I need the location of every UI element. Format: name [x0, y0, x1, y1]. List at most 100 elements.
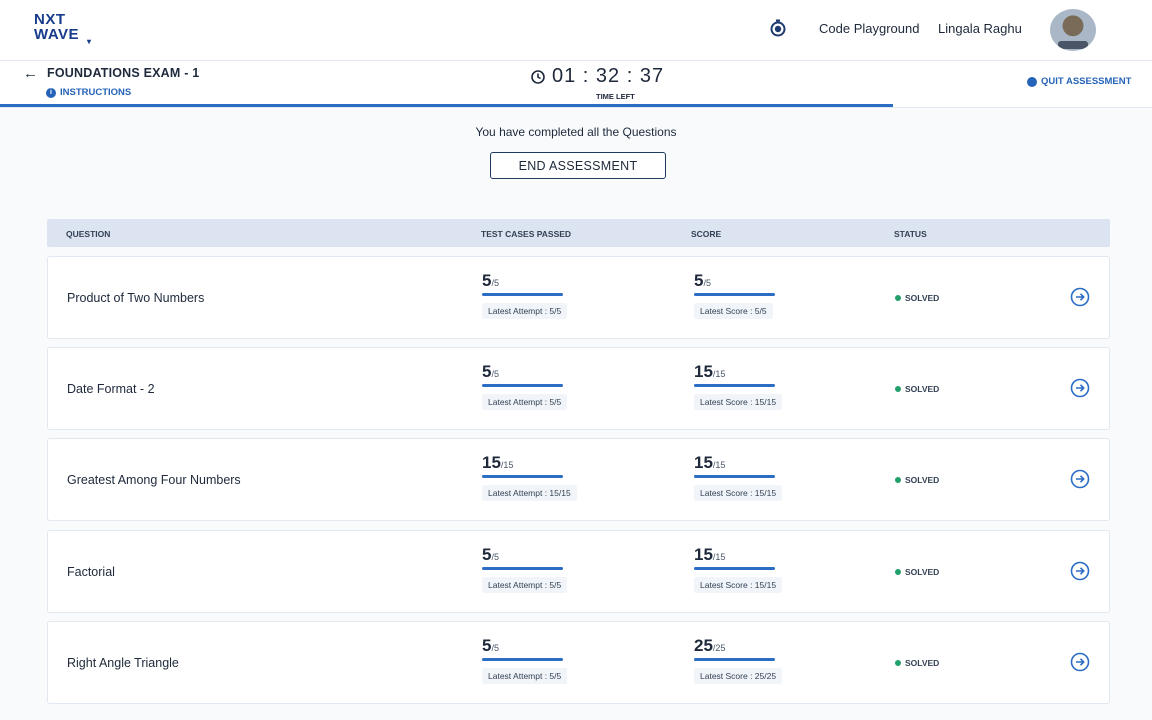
table-header: QUESTION TEST CASES PASSED SCORE STATUS [47, 219, 1110, 247]
table-row[interactable]: Factorial 5/5 Latest Attempt : 5/5 15/15… [47, 530, 1110, 613]
latest-attempt: Latest Attempt : 5/5 [482, 394, 568, 410]
nxtwave-logo[interactable]: NXT WAVE ▾ [34, 12, 104, 46]
latest-attempt: Latest Attempt : 5/5 [482, 303, 568, 319]
score-max: /15 [712, 369, 726, 379]
table-row[interactable]: Date Format - 2 5/5 Latest Attempt : 5/5… [47, 347, 1110, 430]
test-cases-cell: 5/5 Latest Attempt : 5/5 [482, 545, 568, 593]
score-value: 15 [694, 453, 713, 472]
status-dot [895, 569, 901, 575]
status-label: SOLVED [905, 475, 940, 485]
latest-attempt: Latest Attempt : 5/5 [482, 577, 568, 593]
chevron-down-icon: ▾ [87, 37, 92, 46]
status-badge: SOLVED [895, 658, 939, 668]
end-assessment-button[interactable]: END ASSESSMENT [490, 152, 666, 179]
header-score: SCORE [691, 229, 722, 239]
test-cases-bar [482, 384, 563, 387]
latest-score: Latest Score : 15/15 [694, 394, 783, 410]
latest-attempt: Latest Attempt : 5/5 [482, 668, 568, 684]
question-name: Product of Two Numbers [67, 291, 205, 305]
timer-value: 01 : 32 : 37 [552, 65, 665, 87]
test-cases-bar [482, 567, 563, 570]
test-cases-max: /5 [491, 552, 499, 562]
test-cases-cell: 5/5 Latest Attempt : 5/5 [482, 636, 568, 684]
quit-assessment-button[interactable]: QUIT ASSESSMENT [1027, 76, 1131, 87]
score-cell: 15/15 Latest Score : 15/15 [694, 453, 783, 501]
test-cases-max: /15 [500, 460, 514, 470]
table-row[interactable]: Right Angle Triangle 5/5 Latest Attempt … [47, 621, 1110, 704]
header-test-cases: TEST CASES PASSED [481, 229, 572, 239]
stopwatch-icon[interactable] [768, 18, 788, 38]
score-bar [694, 293, 775, 296]
test-cases-max: /5 [491, 369, 499, 379]
score-cell: 5/5 Latest Score : 5/5 [694, 271, 775, 319]
status-badge: SOLVED [895, 293, 939, 303]
status-dot [895, 295, 901, 301]
status-badge: SOLVED [895, 384, 939, 394]
test-cases-max: /5 [491, 278, 499, 288]
test-cases-bar [482, 475, 563, 478]
top-navbar: NXT WAVE ▾ Code Playground Lingala Raghu [0, 0, 1152, 61]
status-dot [895, 386, 901, 392]
latest-attempt: Latest Attempt : 15/15 [482, 485, 577, 501]
status-badge: SOLVED [895, 475, 939, 485]
status-dot [895, 477, 901, 483]
exam-header: ← FOUNDATIONS EXAM - 1 i INSTRUCTIONS 01… [0, 61, 1152, 108]
arrow-right-circle-icon[interactable] [1070, 378, 1090, 398]
code-playground-link[interactable]: Code Playground [819, 21, 919, 36]
test-cases-bar [482, 293, 563, 296]
status-dot [895, 660, 901, 666]
table-row[interactable]: Product of Two Numbers 5/5 Latest Attemp… [47, 256, 1110, 339]
back-arrow-icon[interactable]: ← [23, 65, 38, 82]
arrow-right-circle-icon[interactable] [1070, 287, 1090, 307]
status-badge: SOLVED [895, 567, 939, 577]
status-label: SOLVED [905, 293, 940, 303]
score-value: 25 [694, 636, 713, 655]
info-icon: i [46, 87, 56, 98]
question-name: Right Angle Triangle [67, 656, 179, 670]
score-max: /15 [712, 460, 726, 470]
time-left-label: TIME LEFT [596, 92, 635, 101]
header-question: QUESTION [66, 229, 111, 239]
score-bar [694, 658, 775, 661]
header-status: STATUS [894, 229, 927, 239]
arrow-right-circle-icon[interactable] [1070, 469, 1090, 489]
score-bar [694, 567, 775, 570]
test-cases-cell: 15/15 Latest Attempt : 15/15 [482, 453, 577, 501]
latest-score: Latest Score : 15/15 [694, 577, 783, 593]
quit-icon [1027, 76, 1037, 87]
status-label: SOLVED [905, 567, 940, 577]
logo-line-1: NXT [34, 11, 66, 28]
score-cell: 25/25 Latest Score : 25/25 [694, 636, 783, 684]
latest-score: Latest Score : 15/15 [694, 485, 783, 501]
exam-title: FOUNDATIONS EXAM - 1 [47, 66, 200, 80]
exam-progress-bar [0, 104, 893, 107]
question-name: Date Format - 2 [67, 382, 155, 396]
test-cases-bar [482, 658, 563, 661]
score-bar [694, 475, 775, 478]
score-value: 15 [694, 545, 713, 564]
status-label: SOLVED [905, 384, 940, 394]
instructions-link[interactable]: i INSTRUCTIONS [46, 87, 131, 98]
test-cases-cell: 5/5 Latest Attempt : 5/5 [482, 271, 568, 319]
quit-label: QUIT ASSESSMENT [1041, 76, 1132, 87]
avatar[interactable] [1050, 9, 1096, 51]
score-bar [694, 384, 775, 387]
arrow-right-circle-icon[interactable] [1070, 652, 1090, 672]
timer: 01 : 32 : 37 [530, 65, 664, 88]
latest-score: Latest Score : 25/25 [694, 668, 783, 684]
score-cell: 15/15 Latest Score : 15/15 [694, 545, 783, 593]
latest-score: Latest Score : 5/5 [694, 303, 773, 319]
instructions-label: INSTRUCTIONS [60, 87, 132, 98]
score-value: 15 [694, 362, 713, 381]
score-cell: 15/15 Latest Score : 15/15 [694, 362, 783, 410]
test-cases-cell: 5/5 Latest Attempt : 5/5 [482, 362, 568, 410]
user-name[interactable]: Lingala Raghu [938, 21, 1022, 36]
test-cases-value: 15 [482, 453, 501, 472]
completion-message: You have completed all the Questions [475, 125, 677, 139]
table-row[interactable]: Greatest Among Four Numbers 15/15 Latest… [47, 438, 1110, 521]
logo-line-2: WAVE ▾ [34, 27, 104, 46]
arrow-right-circle-icon[interactable] [1070, 561, 1090, 581]
clock-icon [531, 69, 545, 84]
score-max: /25 [712, 643, 726, 653]
question-name: Greatest Among Four Numbers [67, 473, 241, 487]
